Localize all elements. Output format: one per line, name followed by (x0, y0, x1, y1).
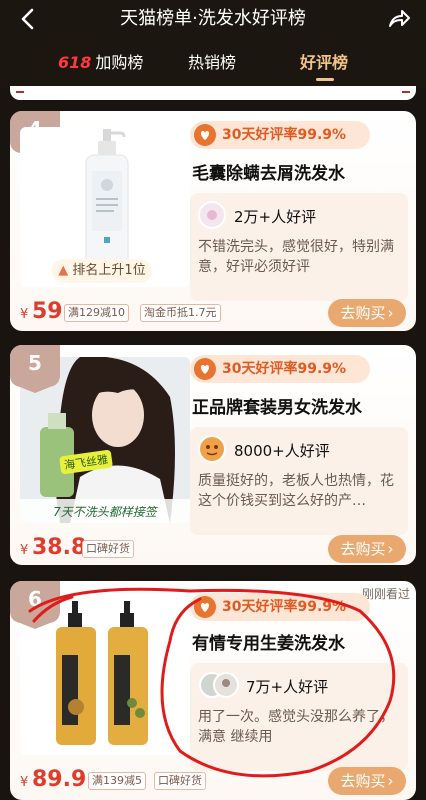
review-snippet: 不错洗完头，感觉很好，特别满意，好评必须好评 (198, 239, 394, 275)
promo-tag: 口碑好货 (154, 772, 206, 790)
page-title: 天猫榜单·洗发水好评榜 (120, 8, 306, 29)
tab-label: 加购榜 (95, 53, 144, 72)
buy-button[interactable]: 去购买 › (328, 299, 406, 327)
product-card[interactable]: 4 ▲ 排名上升1位 30天好评率99.9% 毛囊除螨去屑洗发水 (10, 111, 416, 331)
review-snippet: 质量挺好的，老板人也热情，花这个价钱买到这么好的产… (198, 473, 394, 509)
divider (16, 91, 24, 93)
product-card[interactable]: 6 刚刚看过 30天好评率99.9% 有情专用生姜洗发水 7万+人好评 用了一次… (10, 581, 416, 800)
avatar-group (199, 672, 239, 698)
heart-badge-icon (194, 124, 216, 146)
promo-tag: 淘金币抵1.7元 (140, 304, 221, 322)
chevron-right-icon: › (387, 772, 394, 790)
review-box: 2万+人好评 不错洗完头，感觉很好，特别满意，好评必须好评 (190, 193, 408, 301)
currency-symbol: ¥ (20, 543, 29, 558)
share-arrow-icon[interactable] (386, 6, 412, 32)
price: 89.9 (32, 767, 87, 792)
review-snippet: 用了一次。感觉头没那么养了，满意 继续用 (198, 709, 394, 745)
avatar (198, 435, 226, 463)
reviewers: 7万+人好评 (198, 671, 328, 701)
chevron-right-icon: › (387, 540, 394, 558)
heart-badge-icon (194, 358, 216, 380)
recently-viewed-label: 刚刚看过 (361, 587, 410, 601)
price: 38.8 (32, 535, 87, 560)
promo-tag: 满129减10 (64, 304, 129, 322)
tab-add-to-cart[interactable]: 618 加购榜 (58, 52, 143, 74)
previous-card-bottom (10, 86, 416, 100)
review-count: 8000+人好评 (234, 442, 330, 460)
rating-badge-text: 30天好评率99.9% (222, 361, 347, 377)
rating-badge-text: 30天好评率99.9% (222, 599, 347, 615)
price: 59 (32, 299, 63, 324)
rating-badge-text: 30天好评率99.9% (222, 127, 347, 143)
tab-618-label: 618 (58, 53, 92, 72)
tab-good-reviews[interactable]: 好评榜 (300, 52, 348, 74)
currency-symbol: ¥ (20, 775, 29, 790)
image-caption: 7天不洗头都样接签 (53, 505, 157, 519)
chevron-right-icon: › (387, 304, 394, 322)
rank-number: 5 (28, 351, 42, 375)
promo-tag: 满139减5 (88, 772, 146, 790)
rating-badge: 30天好评率99.9% (190, 593, 370, 621)
rank-change-text: 排名上升1位 (72, 263, 146, 278)
buy-button-label: 去购买 (340, 772, 386, 790)
reviewers: 8000+人好评 (198, 435, 330, 465)
buy-button-label: 去购买 (340, 304, 386, 322)
review-box: 7万+人好评 用了一次。感觉头没那么养了，满意 继续用 (190, 663, 408, 771)
flame-icon: ▲ (58, 263, 69, 278)
rating-badge: 30天好评率99.9% (190, 121, 370, 149)
review-box: 8000+人好评 质量挺好的，老板人也热情，花这个价钱买到这么好的产… (190, 427, 408, 535)
reviewers: 2万+人好评 (198, 201, 316, 231)
rank-number: 6 (28, 587, 42, 611)
promo-tag: 口碑好货 (82, 540, 134, 558)
divider (402, 91, 410, 93)
rating-badge: 30天好评率99.9% (190, 355, 370, 383)
active-tab-indicator (316, 78, 334, 81)
product-card[interactable]: 海飞丝雅 7天不洗头都样接签 5 30天好评率99.9% 正品牌套装男女洗发水 … (10, 345, 416, 565)
tab-hot-sales[interactable]: 热销榜 (188, 52, 236, 74)
top-bar: 天猫榜单·洗发水好评榜 (0, 0, 426, 40)
product-name[interactable]: 正品牌套装男女洗发水 (192, 393, 362, 418)
buy-button[interactable]: 去购买 › (328, 535, 406, 563)
avatar (198, 201, 226, 229)
product-name[interactable]: 毛囊除螨去屑洗发水 (192, 159, 345, 184)
currency-symbol: ¥ (20, 307, 29, 322)
review-count: 2万+人好评 (234, 208, 317, 226)
buy-button-label: 去购买 (340, 540, 386, 558)
buy-button[interactable]: 去购买 › (328, 767, 406, 795)
product-name[interactable]: 有情专用生姜洗发水 (192, 629, 345, 654)
review-count: 7万+人好评 (246, 678, 329, 696)
rank-change-badge: ▲ 排名上升1位 (52, 259, 152, 283)
ranking-tabs: 618 加购榜 热销榜 好评榜 (0, 40, 426, 88)
heart-badge-icon (194, 596, 216, 618)
